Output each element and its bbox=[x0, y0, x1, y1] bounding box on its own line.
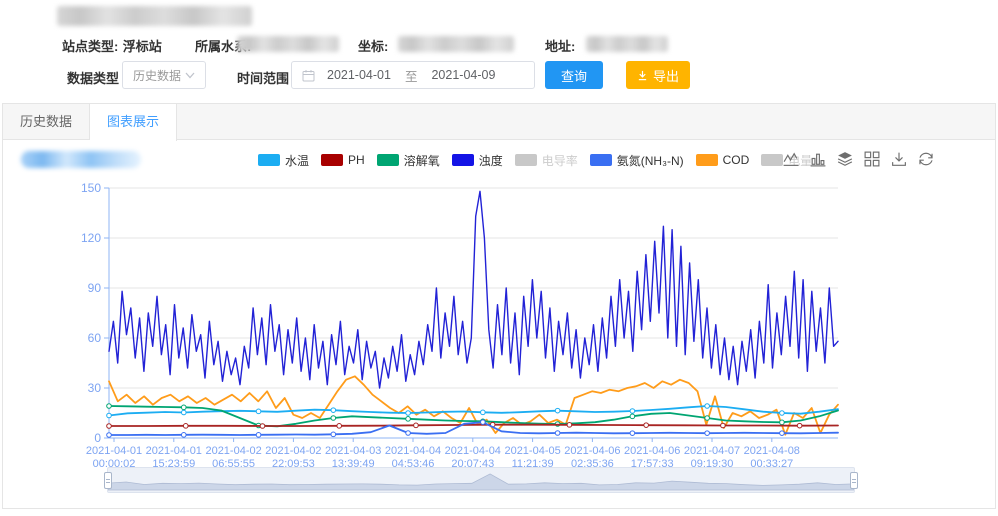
water-system-value-redacted bbox=[237, 36, 339, 52]
legend-label: 水温 bbox=[285, 152, 309, 169]
line-chart-icon[interactable] bbox=[782, 150, 800, 168]
data-zoom-preview bbox=[108, 468, 854, 492]
y-axis-label: 60 bbox=[88, 331, 102, 345]
legend-swatch bbox=[515, 154, 537, 166]
x-axis-label-date: 2021-04-06 bbox=[564, 445, 620, 457]
coordinates-label: 坐标: bbox=[358, 36, 388, 55]
stack-icon[interactable] bbox=[836, 150, 854, 168]
station-type-label: 站点类型: bbox=[62, 39, 118, 54]
legend-item-0[interactable]: 水温 bbox=[258, 152, 309, 169]
legend-swatch bbox=[258, 154, 280, 166]
address-label: 地址: bbox=[545, 36, 575, 55]
legend-swatch bbox=[590, 154, 612, 166]
x-axis-label-date: 2021-04-07 bbox=[684, 445, 740, 457]
legend-swatch bbox=[761, 154, 783, 166]
date-start-value[interactable]: 2021-04-01 bbox=[327, 68, 391, 82]
legend-label: 电导率 bbox=[542, 152, 578, 169]
chart-title-redacted bbox=[21, 151, 141, 168]
legend-label: 溶解氧 bbox=[404, 152, 440, 169]
legend-label: 浊度 bbox=[479, 152, 503, 169]
page: { "header": { "info": { "station_type_la… bbox=[0, 0, 998, 516]
legend-item-4[interactable]: 电导率 bbox=[515, 152, 578, 169]
station-type-value: 浮标站 bbox=[123, 39, 162, 54]
date-range-picker[interactable]: 2021-04-01 至 2021-04-09 bbox=[291, 61, 535, 89]
restore-icon[interactable] bbox=[917, 150, 935, 168]
y-axis-label: 0 bbox=[94, 431, 101, 445]
data-type-select[interactable]: 历史数据 bbox=[122, 61, 206, 89]
x-axis-label-date: 2021-04-01 bbox=[146, 445, 202, 457]
station-info-row: 站点类型: 浮标站 bbox=[62, 36, 162, 56]
content-panel: 历史数据 图表展示 水温PH溶解氧浊度电导率氨氮(NH₃-N)COD电量 bbox=[2, 103, 996, 509]
query-button[interactable]: 查询 bbox=[545, 61, 603, 89]
chart-toolbar bbox=[782, 150, 935, 168]
legend-item-3[interactable]: 浊度 bbox=[452, 152, 503, 169]
data-type-label: 数据类型 bbox=[67, 68, 119, 87]
download-icon bbox=[637, 70, 648, 81]
x-axis-label-date: 2021-04-03 bbox=[325, 445, 381, 457]
query-button-label: 查询 bbox=[561, 66, 587, 85]
address-value-redacted bbox=[586, 36, 668, 52]
x-axis-label-date: 2021-04-08 bbox=[744, 445, 800, 457]
legend-swatch bbox=[696, 154, 718, 166]
calendar-icon bbox=[302, 69, 315, 82]
legend-label: COD bbox=[723, 153, 750, 167]
x-axis-label-date: 2021-04-02 bbox=[205, 445, 261, 457]
save-image-icon[interactable] bbox=[890, 150, 908, 168]
chart-legend: 水温PH溶解氧浊度电导率氨氮(NH₃-N)COD电量 bbox=[258, 149, 812, 171]
y-axis-label: 90 bbox=[88, 281, 102, 295]
x-axis-label-date: 2021-04-02 bbox=[265, 445, 321, 457]
legend-swatch bbox=[452, 154, 474, 166]
tab-chart-display[interactable]: 图表展示 bbox=[90, 104, 177, 141]
bar-chart-icon[interactable] bbox=[809, 150, 827, 168]
legend-swatch bbox=[377, 154, 399, 166]
legend-item-5[interactable]: 氨氮(NH₃-N) bbox=[590, 152, 684, 169]
export-button[interactable]: 导出 bbox=[626, 61, 690, 89]
y-axis-label: 30 bbox=[88, 381, 102, 395]
data-zoom-left-handle[interactable] bbox=[104, 472, 112, 489]
main-chart: 03060901201502021-04-0100:00:022021-04-0… bbox=[9, 177, 959, 477]
tiled-icon[interactable] bbox=[863, 150, 881, 168]
date-end-value[interactable]: 2021-04-09 bbox=[431, 68, 495, 82]
x-axis-label-date: 2021-04-06 bbox=[624, 445, 680, 457]
data-type-selected-value: 历史数据 bbox=[133, 67, 181, 84]
tab-bar: 历史数据 图表展示 bbox=[3, 104, 995, 140]
tab-history-data[interactable]: 历史数据 bbox=[3, 104, 90, 140]
date-separator: 至 bbox=[405, 66, 418, 85]
data-zoom-slider[interactable] bbox=[107, 467, 855, 493]
x-axis-label-date: 2021-04-05 bbox=[504, 445, 560, 457]
legend-label: 氨氮(NH₃-N) bbox=[617, 152, 684, 169]
legend-label: PH bbox=[348, 153, 365, 167]
page-title-redacted bbox=[57, 6, 252, 26]
series-氨氮(NH₃-N) bbox=[107, 420, 838, 437]
x-axis-label-date: 2021-04-04 bbox=[385, 445, 441, 457]
y-axis-label: 120 bbox=[81, 231, 101, 245]
x-axis-label-date: 2021-04-01 bbox=[86, 445, 142, 457]
time-range-label: 时间范围 bbox=[237, 68, 289, 87]
y-axis-label: 150 bbox=[81, 181, 101, 195]
legend-item-6[interactable]: COD bbox=[696, 153, 750, 167]
legend-swatch bbox=[321, 154, 343, 166]
coordinates-value-redacted bbox=[398, 36, 514, 52]
legend-item-2[interactable]: 溶解氧 bbox=[377, 152, 440, 169]
series-浊度 bbox=[109, 191, 838, 388]
legend-item-1[interactable]: PH bbox=[321, 153, 365, 167]
x-axis-label-date: 2021-04-04 bbox=[445, 445, 501, 457]
data-zoom-right-handle[interactable] bbox=[850, 472, 858, 489]
chevron-down-icon bbox=[185, 72, 195, 79]
export-button-label: 导出 bbox=[653, 66, 679, 85]
